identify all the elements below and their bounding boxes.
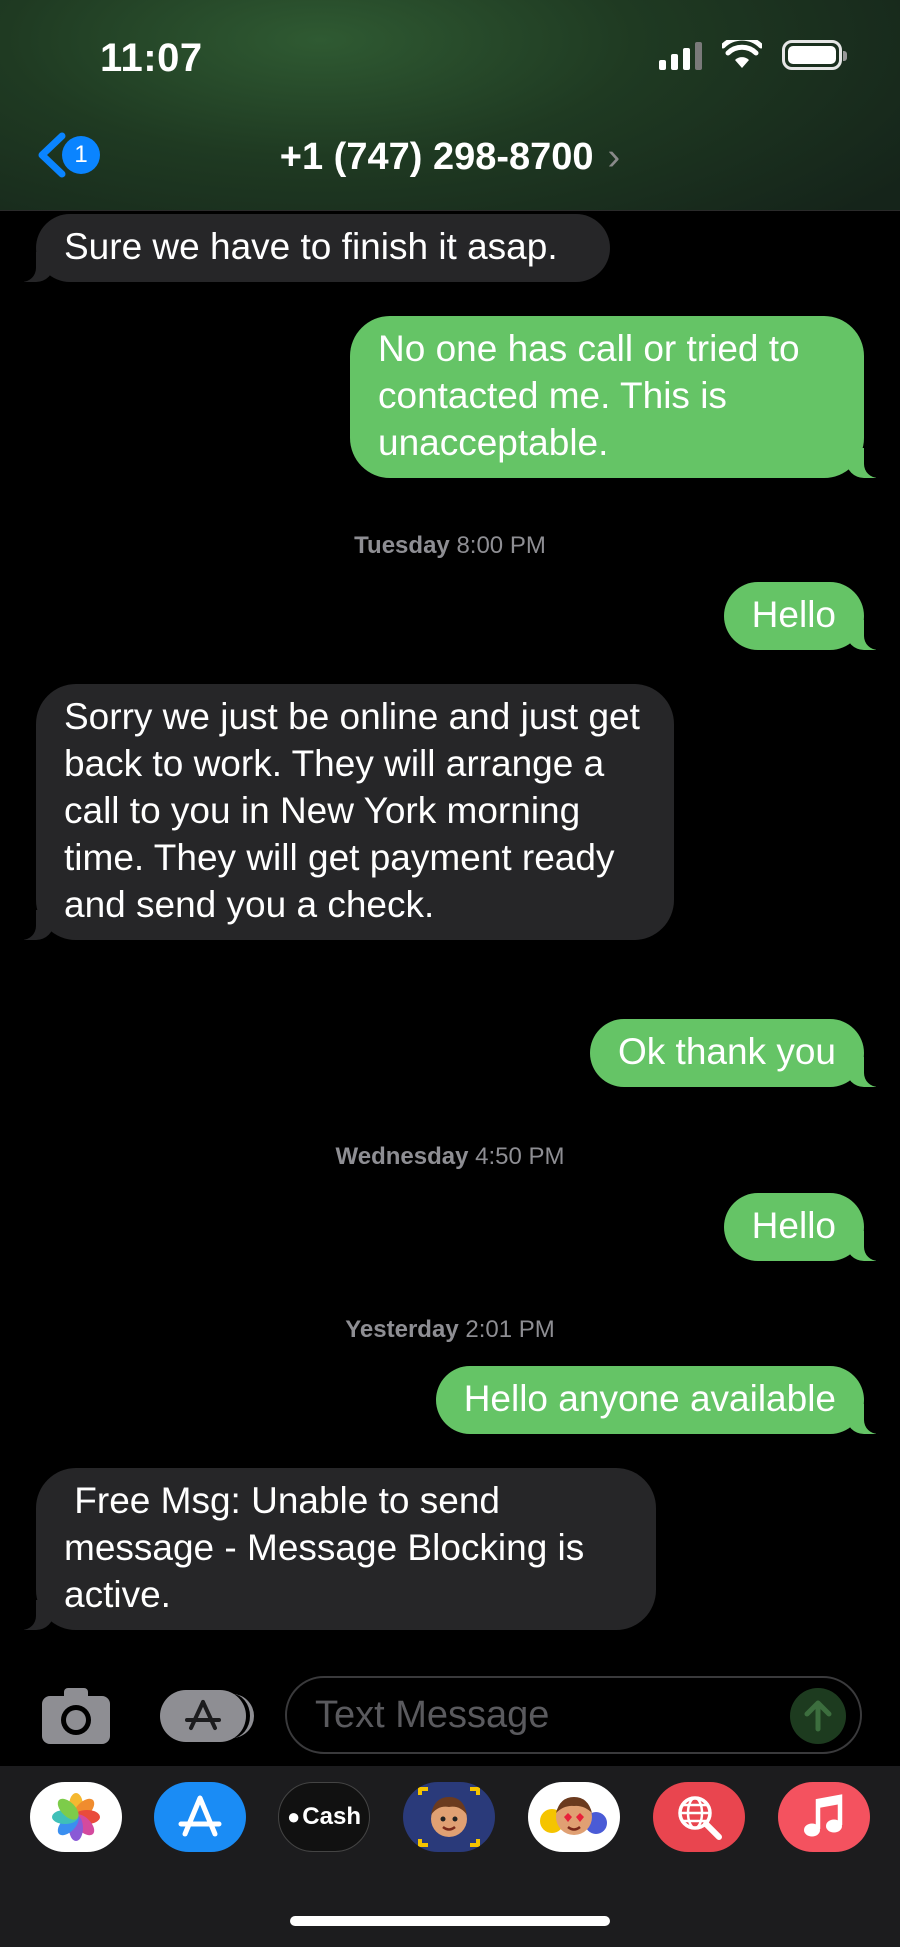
timestamp-label: Tuesday 8:00 PM: [354, 532, 546, 559]
message-text: Hello: [751, 594, 836, 635]
home-indicator[interactable]: [290, 1916, 610, 1926]
memoji-stickers-icon: [540, 1797, 607, 1835]
message-text: Sure we have to finish it asap.: [64, 226, 558, 267]
music-icon[interactable]: [778, 1782, 870, 1852]
message-text: Hello anyone available: [463, 1378, 836, 1419]
memoji-face-icon: [418, 1787, 480, 1847]
timestamp-label: Wednesday 4:50 PM: [335, 1143, 565, 1170]
message-bubble-incoming[interactable]: Sorry we just be online and just get bac…: [14, 684, 674, 940]
timestamp-label: Yesterday 2:01 PM: [345, 1316, 555, 1343]
photos-app-icon[interactable]: [30, 1782, 122, 1852]
apple-cash-label: Cash: [302, 1803, 361, 1830]
chevron-right-icon: ›: [607, 136, 621, 178]
status-time: 11:07: [100, 36, 203, 80]
app-store-icon: [185, 1700, 221, 1730]
music-note-icon: [804, 1794, 843, 1837]
memoji-icon[interactable]: [403, 1782, 495, 1852]
photos-flower-icon: [52, 1793, 100, 1841]
animoji-stickers-icon[interactable]: [528, 1782, 620, 1852]
message-bubble-incoming[interactable]: Free Msg: Unable to send message - Messa…: [14, 1468, 656, 1630]
app-store-button[interactable]: [160, 1690, 254, 1742]
message-bubble-outgoing[interactable]: No one has call or tried to contacted me…: [350, 316, 886, 478]
message-input[interactable]: [285, 1676, 862, 1754]
wifi-icon: [722, 40, 762, 68]
message-bubble-outgoing[interactable]: Hello: [723, 1193, 887, 1261]
message-text: Free Msg: Unable to send message - Messa…: [64, 1480, 595, 1615]
cellular-signal-icon: [659, 40, 702, 70]
message-text: No one has call or tried to contacted me…: [378, 328, 800, 463]
web-search-icon[interactable]: [653, 1782, 745, 1852]
message-bubble-outgoing[interactable]: Ok thank you: [589, 1019, 887, 1087]
apple-logo-icon: ●: [287, 1804, 301, 1829]
message-text: Ok thank you: [617, 1031, 836, 1072]
app-store-icon[interactable]: [154, 1782, 246, 1852]
contact-title[interactable]: +1 (747) 298-8700 ›: [0, 136, 900, 179]
battery-icon: [782, 40, 847, 70]
apple-cash-icon[interactable]: ● Cash: [278, 1782, 370, 1852]
message-text: Hello: [751, 1205, 836, 1246]
contact-number: +1 (747) 298-8700: [279, 136, 594, 178]
message-bubble-incoming[interactable]: Sure we have to finish it asap.: [14, 214, 610, 282]
app-store-glyph-icon: [178, 1795, 222, 1837]
conversation-header: 11:07 1 +1 (747) 298-8700 ›: [0, 0, 900, 211]
camera-icon[interactable]: [40, 1686, 112, 1746]
arrow-up-icon: [804, 1700, 832, 1732]
message-bubble-outgoing[interactable]: Hello: [723, 582, 887, 650]
message-text: Sorry we just be online and just get bac…: [64, 696, 640, 925]
message-bubble-outgoing[interactable]: Hello anyone available: [435, 1366, 887, 1434]
status-icons: [659, 40, 847, 70]
globe-search-icon: [678, 1796, 722, 1840]
send-button[interactable]: [790, 1688, 846, 1744]
